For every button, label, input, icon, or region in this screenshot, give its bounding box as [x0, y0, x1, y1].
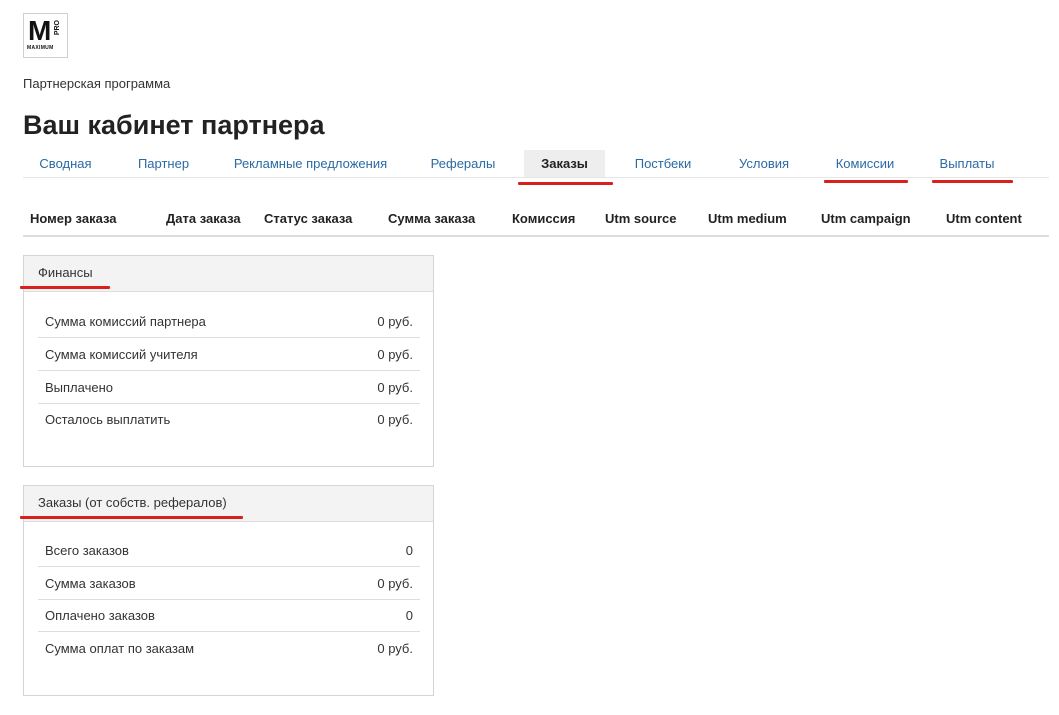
highlight-underline-orders [518, 182, 613, 185]
tab-commissions[interactable]: Комиссии [825, 150, 905, 177]
row-label: Сумма комиссий учителя [45, 347, 198, 362]
row-label: Всего заказов [45, 543, 129, 558]
list-item: Осталось выплатить 0 руб. [38, 403, 420, 436]
row-label: Сумма комиссий партнера [45, 314, 206, 329]
column-header: Utm source [605, 211, 677, 226]
row-value: 0 руб. [377, 576, 413, 591]
column-header: Комиссия [512, 211, 576, 226]
list-item: Сумма комиссий партнера 0 руб. [38, 305, 420, 338]
tab-payouts[interactable]: Выплаты [930, 150, 1004, 177]
row-label: Осталось выплатить [45, 412, 171, 427]
column-header: Сумма заказа [388, 211, 476, 226]
logo[interactable]: M PRO MAXIMUM [23, 13, 68, 58]
row-value: 0 руб. [377, 380, 413, 395]
tab-partner[interactable]: Партнер [121, 150, 206, 177]
row-value: 0 руб. [377, 412, 413, 427]
highlight-underline-orders-summary [20, 516, 243, 519]
tab-postbacks[interactable]: Постбеки [623, 150, 703, 177]
row-value: 0 [405, 543, 413, 558]
row-value: 0 [405, 608, 413, 623]
row-label: Сумма оплат по заказам [45, 641, 195, 656]
row-label: Выплачено [45, 380, 113, 395]
list-item: Сумма комиссий учителя 0 руб. [38, 338, 420, 371]
list-item: Выплачено 0 руб. [38, 371, 420, 404]
page-title: Ваш кабинет партнера [23, 110, 325, 140]
list-item: Всего заказов 0 [38, 534, 420, 567]
tab-conditions[interactable]: Условия [723, 150, 805, 177]
column-header: Utm medium [708, 211, 787, 226]
tab-referrals[interactable]: Рефералы [421, 150, 505, 177]
highlight-underline-finances [20, 286, 110, 289]
row-value: 0 руб. [377, 347, 413, 362]
row-value: 0 руб. [377, 641, 413, 656]
list-item: Сумма заказов 0 руб. [38, 567, 420, 600]
breadcrumb[interactable]: Партнерская программа [23, 76, 170, 91]
list-item: Сумма оплат по заказам 0 руб. [38, 632, 420, 665]
row-value: 0 руб. [377, 314, 413, 329]
column-header: Utm campaign [821, 211, 911, 226]
tab-summary[interactable]: Сводная [23, 150, 108, 177]
row-label: Сумма заказов [45, 576, 136, 591]
list-item: Оплачено заказов 0 [38, 599, 420, 632]
orders-table-header: Номер заказа Дата заказа Статус заказа С… [23, 205, 1049, 237]
column-header: Дата заказа [166, 211, 241, 226]
tab-bar: Сводная Партнер Рекламные предложения Ре… [23, 150, 1049, 178]
highlight-underline-commissions [824, 180, 908, 183]
logo-letter: M [28, 15, 51, 46]
column-header: Статус заказа [264, 211, 353, 226]
highlight-underline-payouts [932, 180, 1013, 183]
column-header: Номер заказа [30, 211, 117, 226]
logo-wordmark: MAXIMUM [27, 45, 54, 51]
tab-orders[interactable]: Заказы [524, 150, 605, 177]
tab-ad-offers[interactable]: Рекламные предложения [228, 150, 393, 177]
logo-pro: PRO [54, 20, 61, 36]
column-header: Utm content [946, 211, 1022, 226]
row-label: Оплачено заказов [45, 608, 155, 623]
